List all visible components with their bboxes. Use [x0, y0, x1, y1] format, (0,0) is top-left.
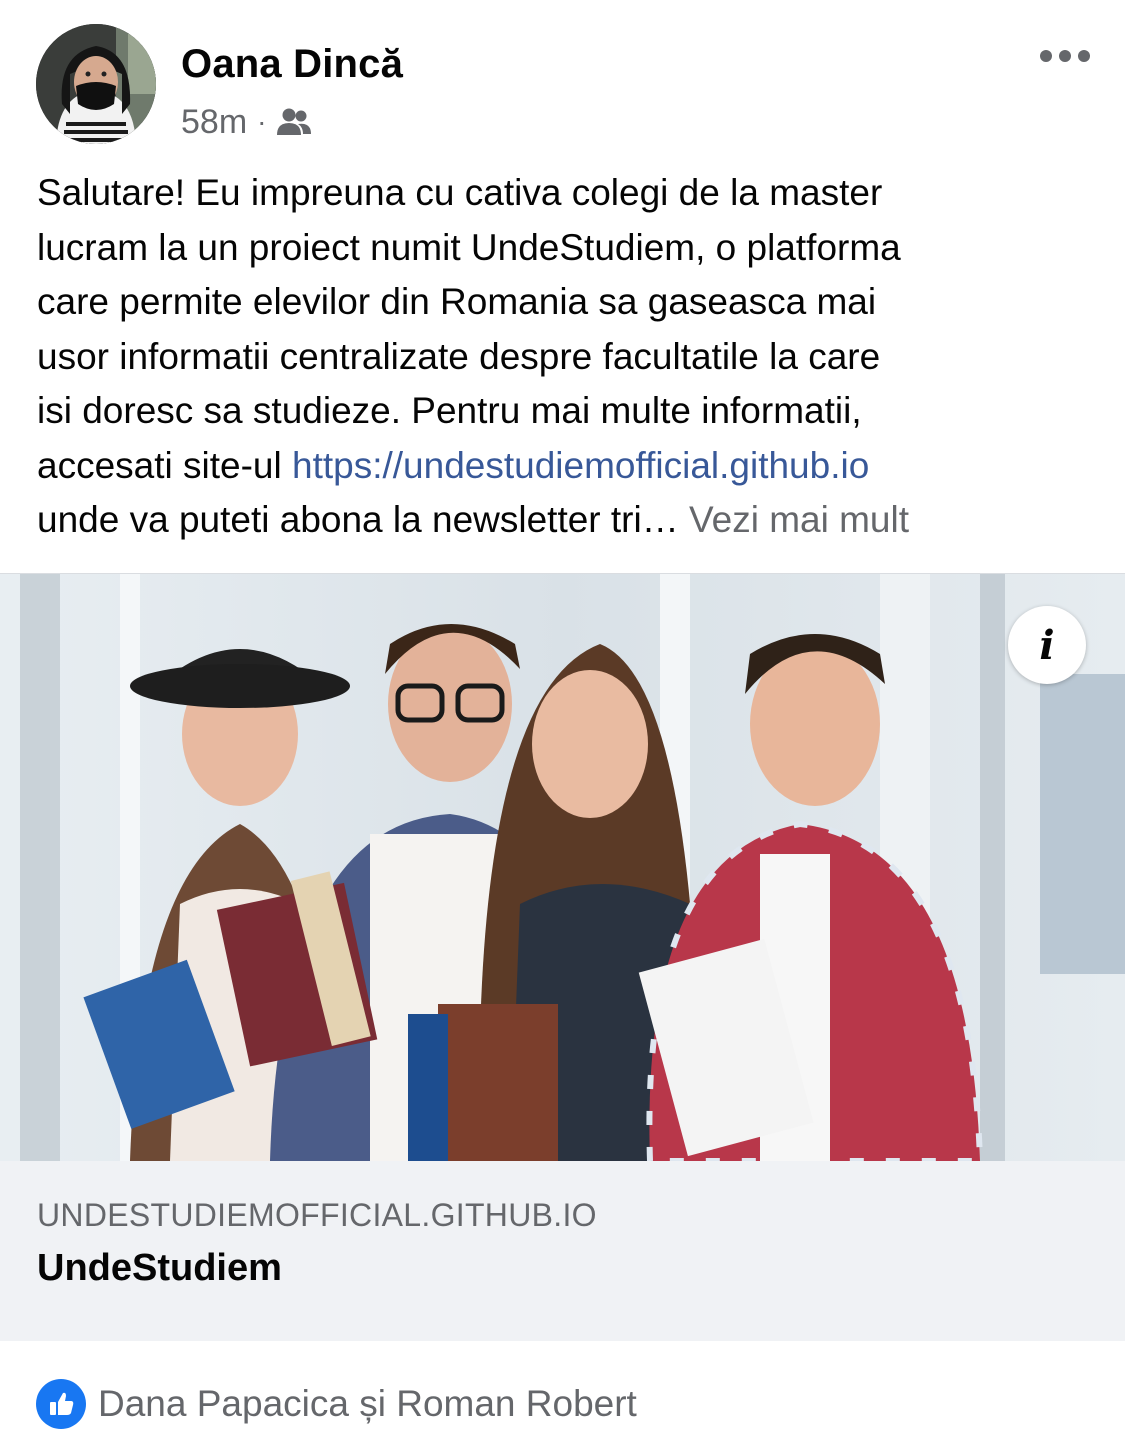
meta-separator: ·: [257, 106, 267, 137]
link-domain: UNDESTUDIEMOFFICIAL.GITHUB.IO: [37, 1197, 597, 1233]
link-preview-meta[interactable]: UNDESTUDIEMOFFICIAL.GITHUB.IO UndeStudie…: [0, 1161, 1125, 1341]
facebook-post: Oana Dincă 58m · Salutare! Eu impreuna c…: [0, 0, 1125, 1452]
reaction-names[interactable]: Dana Papacica și Roman Robert: [98, 1383, 637, 1425]
friends-icon[interactable]: [276, 107, 312, 137]
link-prefix: accesati site-ul: [37, 444, 292, 486]
more-dot-icon: [1078, 50, 1090, 62]
post-meta: 58m ·: [181, 100, 312, 144]
author-name[interactable]: Oana Dincă: [181, 42, 403, 87]
more-dot-icon: [1059, 50, 1071, 62]
author-avatar[interactable]: [36, 24, 156, 144]
post-text-line-with-link: accesati site-ul https://undestudiemoffi…: [37, 439, 1097, 494]
like-icon: [36, 1379, 86, 1429]
reactions-summary[interactable]: Dana Papacica și Roman Robert: [36, 1378, 637, 1430]
post-text-line: care permite elevilor din Romania sa gas…: [37, 281, 877, 322]
post-text-line: usor informatii centralizate despre facu…: [37, 335, 881, 377]
info-icon: i: [1039, 621, 1055, 669]
info-button[interactable]: i: [1008, 606, 1086, 684]
post-text-line: Salutare! Eu impreuna cu cativa colegi d…: [37, 172, 883, 213]
link-preview-card[interactable]: i UNDESTUDIEMOFFICIAL.GITHUB.IO UndeStud…: [0, 573, 1125, 1341]
post-text-last-line: unde va puteti abona la newsletter tri… …: [37, 493, 1097, 548]
post-text: Salutare! Eu impreuna cu cativa colegi d…: [37, 166, 1097, 548]
post-text-line: isi doresc sa studieze. Pentru mai multe…: [37, 390, 862, 431]
more-options-button[interactable]: [1032, 38, 1098, 74]
truncated-text: unde va puteti abona la newsletter tri…: [37, 499, 689, 540]
more-dot-icon: [1040, 50, 1052, 62]
post-timestamp[interactable]: 58m: [181, 103, 247, 142]
see-more-link[interactable]: Vezi mai mult: [689, 499, 909, 540]
link-title[interactable]: UndeStudiem: [37, 1247, 282, 1290]
post-header: Oana Dincă 58m ·: [0, 0, 1125, 165]
website-link[interactable]: https://undestudiemofficial.github.io: [292, 445, 869, 486]
post-text-line: lucram la un proiect numit UndeStudiem, …: [37, 226, 901, 268]
link-preview-image[interactable]: i: [0, 574, 1125, 1161]
